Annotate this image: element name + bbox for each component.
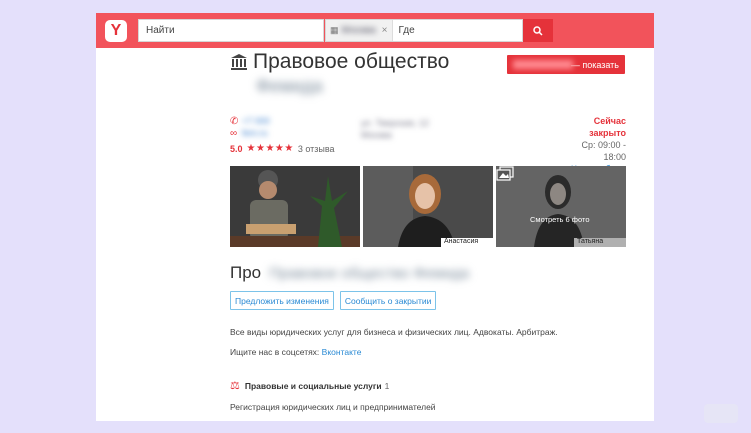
phone-icon: ✆ (230, 115, 239, 127)
logo[interactable]: Y (105, 20, 127, 42)
city-chip[interactable]: ▦ Москва × (326, 20, 393, 41)
show-phone-button[interactable]: — показать (507, 55, 625, 74)
page-title: Правовое общество (253, 50, 450, 73)
category-count: 1 (384, 380, 390, 391)
website-line[interactable]: ∞ fem.ru (230, 127, 335, 139)
star-rating-icon: ★★★★★ (246, 143, 294, 154)
phone-number[interactable]: +7 000 (242, 116, 270, 126)
address-line-1: ул. Тверская, 12 (361, 118, 429, 128)
close-icon[interactable]: × (382, 25, 388, 36)
see-all-photos-link[interactable]: Смотреть 6 фото (530, 215, 590, 224)
about-label: Про (230, 263, 262, 282)
location-placeholder: Где (398, 25, 415, 36)
business-name-blurred: Фемида (256, 76, 323, 96)
photo-man-reading (230, 166, 360, 247)
city-value: Москва (341, 25, 376, 36)
search-input[interactable]: Найти (138, 19, 324, 42)
photo-overlay[interactable] (496, 166, 626, 247)
title-row: Правовое общество (230, 50, 449, 74)
photo-caption-2: Анастасия (441, 238, 493, 247)
suggest-edit-button[interactable]: Предложить изменения (230, 291, 334, 310)
page-container: Y Найти ▦ Москва × Где Правовое общество… (96, 13, 654, 421)
rating-value: 5.0 (230, 143, 243, 154)
business-description: Все виды юридических услуг для бизнеса и… (230, 327, 558, 337)
status-badge: Сейчас закрыто (589, 116, 626, 138)
report-closed-button[interactable]: Сообщить о закрытии (339, 291, 437, 310)
photo-woman-1 (363, 166, 493, 247)
category-row: ⚖ Правовые и социальные услуги 1 (230, 379, 389, 392)
phone-line[interactable]: ✆ +7 000 (230, 115, 335, 127)
website-link[interactable]: fem.ru (242, 128, 268, 138)
link-icon: ∞ (230, 127, 238, 139)
contacts: ✆ +7 000 ∞ fem.ru 5.0 ★★★★★ 3 отзыва (230, 115, 335, 155)
about-actions: Предложить изменения Сообщить о закрытии (230, 291, 437, 310)
photo-gallery: Анастасия Татьяна Смотреть 6 фото (230, 166, 626, 247)
address-line-2: Москва (361, 130, 392, 140)
scales-icon: ⚖ (230, 380, 240, 392)
address: ул. Тверская, 12 Москва (361, 117, 509, 141)
photo-3[interactable]: Татьяна Смотреть 6 фото (496, 166, 626, 247)
bank-icon (231, 54, 247, 70)
photo-2[interactable]: Анастасия (363, 166, 493, 247)
vkontakte-link[interactable]: Вконтакте (322, 347, 362, 357)
category-name[interactable]: Правовые и социальные услуги (245, 381, 382, 391)
search-icon (533, 25, 543, 36)
service-item: Регистрация юридических лиц и предприним… (230, 402, 436, 412)
chat-widget[interactable] (704, 404, 738, 423)
gallery-icon (496, 166, 514, 181)
search-button[interactable] (523, 19, 553, 42)
reviews-link[interactable]: 3 отзыва (298, 144, 335, 154)
social-label: Ищите нас в соцсетях: (230, 347, 320, 357)
social-line: Ищите нас в соцсетях: Вконтакте (230, 347, 361, 357)
phone-blur (513, 60, 573, 69)
top-bar: Y Найти ▦ Москва × Где (96, 13, 654, 48)
building-icon: ▦ (330, 25, 339, 35)
about-name-blurred: Правовое общество Фемида (269, 264, 470, 282)
photo-1[interactable] (230, 166, 360, 247)
about-heading: Про Правовое общество Фемида (230, 263, 469, 283)
show-phone-label: — показать (570, 59, 619, 70)
location-field[interactable]: ▦ Москва × Где (325, 19, 523, 42)
hours-today: Ср: 09:00 - 18:00 (581, 140, 626, 162)
rating-row: 5.0 ★★★★★ 3 отзыва (230, 143, 335, 154)
